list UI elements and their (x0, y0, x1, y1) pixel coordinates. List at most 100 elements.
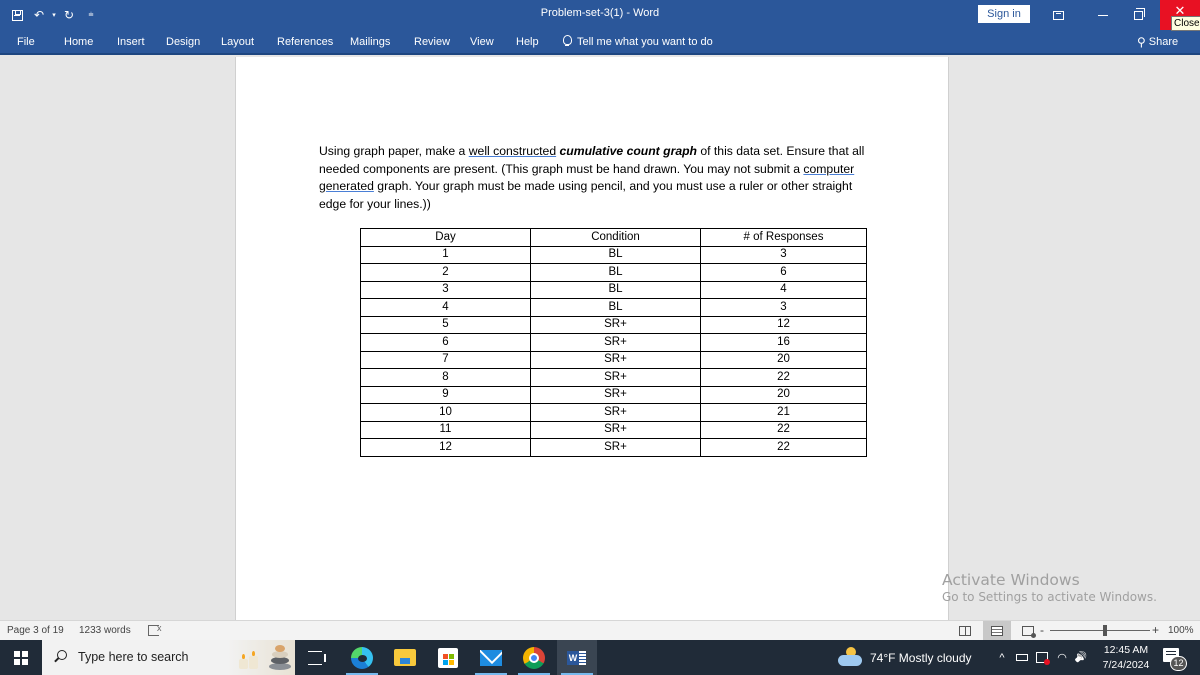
table-row: 10 SR+ 21 (360, 403, 867, 422)
cell-condition: SR+ (530, 368, 701, 387)
cell-day: 7 (360, 350, 531, 369)
sign-in-button[interactable]: Sign in (978, 5, 1030, 23)
taskbar-chrome[interactable] (514, 640, 554, 675)
tab-view[interactable]: View (470, 36, 494, 48)
text-run: graph. Your graph must be made using pen… (319, 179, 853, 211)
lightbulb-icon (562, 35, 572, 48)
cell-responses: 3 (700, 245, 867, 264)
tell-me-label: Tell me what you want to do (577, 35, 713, 48)
taskbar-search[interactable]: Type here to search (42, 640, 295, 675)
print-layout-button[interactable] (983, 621, 1011, 641)
grammar-flagged-text: well constructed (468, 144, 557, 158)
header-day: Day (360, 228, 531, 247)
save-button[interactable] (6, 0, 28, 30)
tab-insert[interactable]: Insert (117, 36, 145, 48)
proofing-icon[interactable] (148, 623, 162, 636)
windows-logo-icon (14, 650, 28, 665)
tray-meet-now[interactable] (1033, 640, 1051, 675)
tell-me-search[interactable]: Tell me what you want to do (562, 35, 713, 48)
tab-references[interactable]: References (277, 36, 333, 48)
person-add-icon: ⚲ (1137, 35, 1146, 49)
document-area[interactable]: Using graph paper, make a well construct… (0, 57, 1200, 620)
zoom-slider-thumb[interactable] (1103, 625, 1107, 636)
share-button[interactable]: ⚲ Share (1137, 35, 1178, 49)
stone-icon (272, 651, 288, 658)
cell-day: 1 (360, 245, 531, 264)
cell-condition: BL (530, 263, 701, 282)
search-icon (57, 650, 67, 660)
start-button[interactable] (0, 640, 42, 675)
status-bar: Page 3 of 19 1233 words - + 100% (0, 620, 1200, 641)
taskbar-mail[interactable] (471, 640, 511, 675)
cell-day: 12 (360, 438, 531, 457)
cell-responses: 16 (700, 333, 867, 352)
header-condition: Condition (530, 228, 701, 247)
zoom-in-button[interactable]: + (1152, 623, 1159, 637)
zoom-percentage[interactable]: 100% (1168, 625, 1194, 636)
print-layout-icon (991, 626, 1003, 636)
customize-icon: ⩧ (88, 10, 94, 20)
minimize-button[interactable] (1085, 0, 1121, 30)
weather-widget[interactable]: 74°F Mostly cloudy (838, 640, 972, 675)
undo-button[interactable]: ↶ (28, 0, 50, 30)
task-view-button[interactable] (295, 640, 335, 675)
edge-icon (351, 646, 373, 669)
zoom-out-button[interactable]: - (1040, 623, 1044, 637)
cell-condition: BL (530, 280, 701, 299)
table-row: 12 SR+ 22 (360, 438, 867, 457)
cell-responses: 12 (700, 315, 867, 334)
stone-icon (271, 657, 289, 664)
cell-condition: SR+ (530, 420, 701, 439)
tab-file[interactable]: File (17, 36, 35, 48)
cell-condition: SR+ (530, 403, 701, 422)
cell-responses: 6 (700, 263, 867, 282)
tab-review[interactable]: Review (414, 36, 450, 48)
weather-text: 74°F Mostly cloudy (870, 650, 972, 665)
store-icon (438, 647, 458, 668)
table-row: 7 SR+ 20 (360, 350, 867, 369)
table-row: 8 SR+ 22 (360, 368, 867, 387)
cell-day: 3 (360, 280, 531, 299)
stone-icon (269, 663, 291, 670)
folder-icon (394, 649, 416, 666)
stone-icon (275, 645, 285, 652)
taskbar-store[interactable] (428, 640, 468, 675)
zoom-slider-track[interactable] (1050, 630, 1150, 631)
word-count[interactable]: 1233 words (79, 625, 131, 636)
page-count[interactable]: Page 3 of 19 (7, 625, 64, 636)
show-hidden-icons-button[interactable]: ^ (994, 640, 1010, 675)
cell-condition: SR+ (530, 315, 701, 334)
tab-help[interactable]: Help (516, 36, 539, 48)
tab-home[interactable]: Home (64, 36, 93, 48)
web-layout-icon (1022, 626, 1036, 638)
cell-day: 2 (360, 263, 531, 282)
redo-button[interactable]: ↻ (58, 0, 80, 30)
web-layout-button[interactable] (1014, 621, 1042, 641)
restore-button[interactable] (1120, 0, 1156, 30)
cell-responses: 22 (700, 420, 867, 439)
ribbon-display-options-button[interactable] (1040, 0, 1076, 30)
undo-dropdown[interactable]: ▾ (50, 0, 58, 30)
taskbar-file-explorer[interactable] (385, 640, 425, 675)
cell-condition: SR+ (530, 385, 701, 404)
read-mode-button[interactable] (951, 621, 979, 641)
tab-mailings[interactable]: Mailings (350, 36, 390, 48)
tab-design[interactable]: Design (166, 36, 200, 48)
customize-qat-button[interactable]: ⩧ (80, 0, 102, 30)
table-header-row: Day Condition # of Responses (360, 228, 867, 247)
watermark-subtitle: Go to Settings to activate Windows. (942, 590, 1157, 604)
taskbar-clock[interactable]: 12:45 AM 7/24/2024 (1100, 643, 1152, 673)
tray-battery[interactable] (1013, 640, 1031, 675)
tab-layout[interactable]: Layout (221, 36, 254, 48)
taskbar-word[interactable]: W (557, 640, 597, 675)
tray-volume[interactable]: 🔊 (1071, 640, 1091, 675)
document-page[interactable]: Using graph paper, make a well construct… (235, 57, 949, 620)
ribbon-tabs: File Home Insert Design Layout Reference… (0, 30, 1200, 55)
table-row: 4 BL 3 (360, 298, 867, 317)
taskbar-edge[interactable] (342, 640, 382, 675)
chevron-up-icon: ^ (999, 651, 1005, 664)
mail-icon (480, 649, 502, 666)
cell-responses: 20 (700, 385, 867, 404)
cell-condition: SR+ (530, 333, 701, 352)
tray-network[interactable]: ◠ (1054, 640, 1070, 675)
